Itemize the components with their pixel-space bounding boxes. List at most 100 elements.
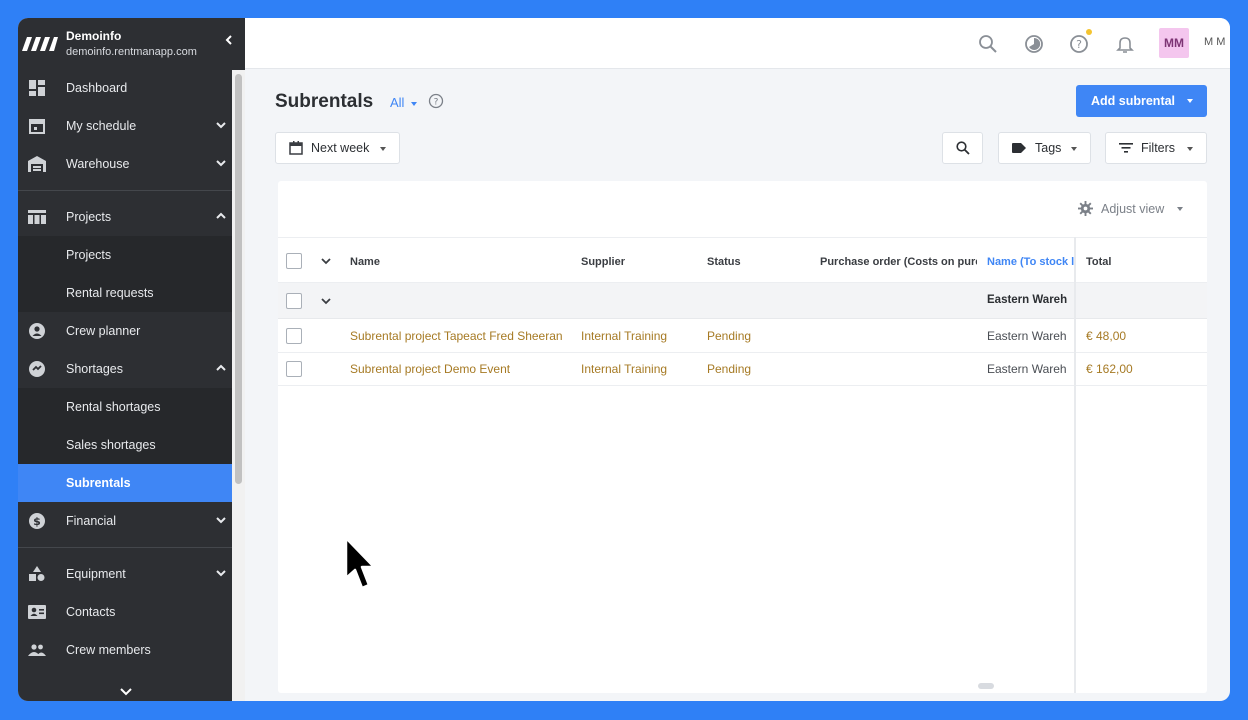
sidebar-item-crew-members[interactable]: Crew members	[18, 631, 245, 669]
sidebar-item-financial[interactable]: $ Financial	[18, 502, 245, 540]
scroll-thumb[interactable]	[235, 74, 242, 484]
gear-icon	[1078, 201, 1093, 216]
dollar-icon: $	[27, 511, 47, 531]
column-header-supplier[interactable]: Supplier	[581, 256, 625, 268]
svg-text:?: ?	[434, 98, 439, 108]
sidebar-item-projects-list[interactable]: Projects	[18, 236, 245, 274]
sidebar-item-projects[interactable]: Projects	[18, 198, 245, 236]
sidebar-item-warehouse[interactable]: Warehouse	[18, 145, 245, 183]
sidebar-item-label: Contacts	[66, 605, 116, 619]
row-name-link[interactable]: Subrental project Demo Event	[350, 362, 510, 376]
timer-icon[interactable]	[1024, 34, 1044, 54]
sidebar-item-label: Equipment	[66, 567, 126, 581]
search-icon	[955, 141, 970, 155]
rentman-logo	[20, 32, 60, 56]
sidebar-item-dashboard[interactable]: Dashboard	[18, 69, 245, 107]
row-checkbox[interactable]	[286, 328, 302, 344]
caret-down-icon	[1177, 206, 1184, 211]
sidebar-item-label: Crew members	[66, 643, 151, 657]
sidebar-item-label: Sales shortages	[66, 438, 156, 452]
account-url: demoinfo.rentmanapp.com	[66, 46, 197, 58]
sidebar: Demoinfo demoinfo.rentmanapp.com Dashboa…	[18, 18, 245, 701]
chevron-down-icon	[216, 517, 226, 524]
crew-planner-icon	[27, 321, 47, 341]
table-row[interactable]: Subrental project Demo Event Internal Tr…	[278, 353, 1207, 386]
date-filter-label: Next week	[311, 141, 370, 155]
sidebar-item-label: Financial	[66, 514, 117, 528]
chevron-down-icon[interactable]	[320, 255, 332, 267]
table-header: Name Supplier Status Purchase order (Cos…	[278, 237, 1207, 283]
column-header-purchase-order[interactable]: Purchase order (Costs on purcha	[820, 256, 977, 268]
frozen-column-divider[interactable]	[1074, 237, 1076, 693]
row-stock-location: Eastern Wareh	[987, 329, 1067, 343]
tags-button[interactable]: Tags	[998, 132, 1091, 164]
select-all-checkbox[interactable]	[286, 253, 302, 269]
column-header-total[interactable]: Total	[1086, 256, 1111, 268]
help-icon[interactable]: ?	[428, 93, 444, 109]
group-row[interactable]: Eastern Wareh	[278, 283, 1207, 319]
chevron-up-icon	[216, 364, 226, 371]
sidebar-item-label: Projects	[66, 248, 112, 262]
view-filter-dropdown[interactable]: All	[390, 95, 418, 110]
dashboard-icon	[27, 78, 47, 98]
sidebar-item-label: My schedule	[66, 119, 137, 133]
group-checkbox[interactable]	[286, 293, 302, 309]
sidebar-item-rental-requests[interactable]: Rental requests	[18, 274, 245, 312]
sidebar-item-rental-shortages[interactable]: Rental shortages	[18, 388, 245, 426]
horizontal-scroll-thumb[interactable]	[978, 683, 994, 689]
svg-text:$: $	[33, 515, 41, 528]
group-label: Eastern Wareh	[987, 294, 1068, 306]
column-header-name[interactable]: Name	[350, 256, 380, 268]
sidebar-item-contacts[interactable]: Contacts	[18, 593, 245, 631]
adjust-view-button[interactable]: Adjust view	[1078, 201, 1184, 216]
sidebar-item-subrentals[interactable]: Subrentals	[18, 464, 245, 502]
sidebar-item-label: Subrentals	[66, 476, 131, 490]
search-icon[interactable]	[978, 34, 998, 54]
calendar-icon	[289, 141, 303, 155]
user-label[interactable]: M M	[1204, 36, 1225, 48]
crew-members-icon	[27, 640, 47, 660]
add-subrental-label: Add subrental	[1091, 94, 1176, 108]
row-total: € 162,00	[1086, 362, 1133, 376]
account-header[interactable]: Demoinfo demoinfo.rentmanapp.com	[18, 18, 245, 69]
row-total: € 48,00	[1086, 329, 1127, 343]
top-bar: ? MM M M	[245, 18, 1230, 69]
sidebar-item-sales-shortages[interactable]: Sales shortages	[18, 426, 245, 464]
row-supplier-link[interactable]: Internal Training	[581, 362, 667, 376]
view-filter-label: All	[390, 95, 405, 110]
adjust-view-label: Adjust view	[1101, 201, 1165, 216]
chevron-down-icon[interactable]	[118, 685, 134, 699]
chevron-up-icon	[216, 212, 226, 219]
sidebar-item-crew-planner[interactable]: Crew planner	[18, 312, 245, 350]
table-row[interactable]: Subrental project Tapeact Fred Sheeran I…	[278, 320, 1207, 353]
sidebar-item-label: Crew planner	[66, 324, 141, 338]
filters-button[interactable]: Filters	[1105, 132, 1207, 164]
row-status: Pending	[707, 362, 752, 376]
chevron-down-icon[interactable]	[320, 295, 332, 307]
projects-submenu: Projects Rental requests	[18, 236, 245, 312]
chevron-down-icon	[216, 160, 226, 167]
chevron-down-icon	[216, 570, 226, 577]
sidebar-item-label: Rental requests	[66, 286, 154, 300]
column-header-status[interactable]: Status	[707, 256, 741, 268]
avatar[interactable]: MM	[1159, 28, 1189, 58]
help-icon[interactable]: ?	[1069, 34, 1089, 54]
row-checkbox[interactable]	[286, 361, 302, 377]
sidebar-scrollbar[interactable]	[232, 70, 245, 701]
date-filter-button[interactable]: Next week	[275, 132, 400, 164]
collapse-sidebar-icon[interactable]	[221, 33, 237, 49]
sidebar-item-label: Dashboard	[66, 81, 128, 95]
add-subrental-button[interactable]: Add subrental	[1076, 85, 1207, 117]
column-header-stock-location[interactable]: Name (To stock loc	[987, 256, 1075, 268]
bell-icon[interactable]	[1115, 34, 1135, 54]
row-supplier-link[interactable]: Internal Training	[581, 329, 667, 343]
table-search-button[interactable]	[942, 132, 983, 164]
filters-label: Filters	[1141, 141, 1176, 155]
sidebar-item-label: Rental shortages	[66, 400, 161, 414]
sidebar-item-label: Projects	[66, 210, 112, 224]
divider	[18, 547, 245, 548]
sidebar-item-shortages[interactable]: Shortages	[18, 350, 245, 388]
sidebar-item-my-schedule[interactable]: My schedule	[18, 107, 245, 145]
sidebar-item-equipment[interactable]: Equipment	[18, 555, 245, 593]
row-name-link[interactable]: Subrental project Tapeact Fred Sheeran	[350, 329, 563, 343]
